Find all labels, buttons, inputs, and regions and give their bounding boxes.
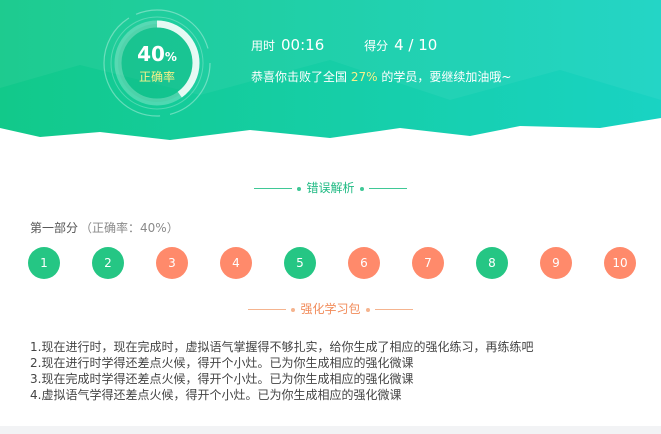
study-pack-title: 强化学习包 [0,300,661,317]
accuracy-gauge: 40% 正确率 [102,8,212,118]
result-banner: 40% 正确率 用时 00:16 得分 4 / 10 恭喜你击败了全国 27% 的学… [0,0,661,150]
study-pack-item: 3.现在完成时学得还差点火候，得开个小灶。已为你生成相应的强化微课 [30,372,414,386]
congrats-message: 恭喜你击败了全国 27% 的学员，要继续加油哦~ [251,70,512,84]
study-pack-list: 1.现在进行时，现在完成时，虚拟语气掌握得不够扎实，给你生成了相应的强化练习，再… [30,339,533,403]
study-pack-item: 4.虚拟语气学得还差点火候，得开个小灶。已为你生成相应的强化微课 [30,388,402,402]
study-pack-item: 2.现在进行时学得还差点火候，得开个小灶。已为你生成相应的强化微课 [30,356,414,370]
accuracy-label: 正确率 [138,70,175,84]
time-label: 用时 [251,39,276,53]
question-4-button[interactable]: 4 [220,247,252,279]
part-accuracy: （正确率：40%） [80,221,179,235]
score-label: 得分 [364,39,389,53]
question-10-button[interactable]: 10 [604,247,636,279]
question-8-button[interactable]: 8 [476,247,508,279]
question-7-button[interactable]: 7 [412,247,444,279]
question-6-button[interactable]: 6 [348,247,380,279]
study-pack-item: 1.现在进行时，现在完成时，虚拟语气掌握得不够扎实，给你生成了相应的强化练习，再… [30,340,534,354]
accuracy-percent: 40% [137,42,177,66]
question-5-button[interactable]: 5 [284,247,316,279]
footer-bar [0,426,661,434]
rank-percent: 27% [350,70,378,84]
question-3-button[interactable]: 3 [156,247,188,279]
part-label: 第一部分 （正确率：40%） [30,221,179,235]
stats-row: 用时 00:16 得分 4 / 10 [251,36,437,54]
time-value: 00:16 [281,36,325,54]
question-2-button[interactable]: 2 [92,247,124,279]
question-9-button[interactable]: 9 [540,247,572,279]
error-analysis-title: 错误解析 [0,179,661,196]
question-1-button[interactable]: 1 [28,247,60,279]
score-value: 4 / 10 [394,36,438,54]
